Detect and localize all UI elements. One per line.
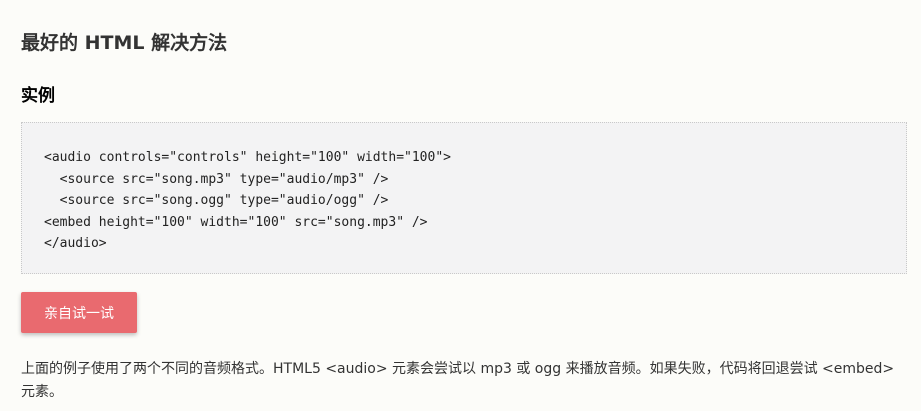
- description-text: 上面的例子使用了两个不同的音频格式。HTML5 <audio> 元素会尝试以 m…: [21, 361, 895, 400]
- code-line: <source src="song.mp3" type="audio/mp3" …: [44, 171, 389, 187]
- code-line: <source src="song.ogg" type="audio/ogg" …: [44, 193, 389, 208]
- code-example-box: <audio controls="controls" height="100" …: [21, 122, 907, 274]
- code-line: </audio>: [44, 236, 107, 251]
- page: 最好的 HTML 解决方法 实例 <audio controls="contro…: [0, 0, 921, 411]
- code-line: <audio controls="controls" height="100" …: [44, 150, 451, 165]
- page-title: 最好的 HTML 解决方法: [21, 32, 228, 54]
- code-line: <embed height="100" width="100" src="son…: [44, 214, 428, 230]
- try-it-button[interactable]: 亲自试一试: [21, 292, 137, 333]
- example-heading: 实例: [21, 86, 55, 106]
